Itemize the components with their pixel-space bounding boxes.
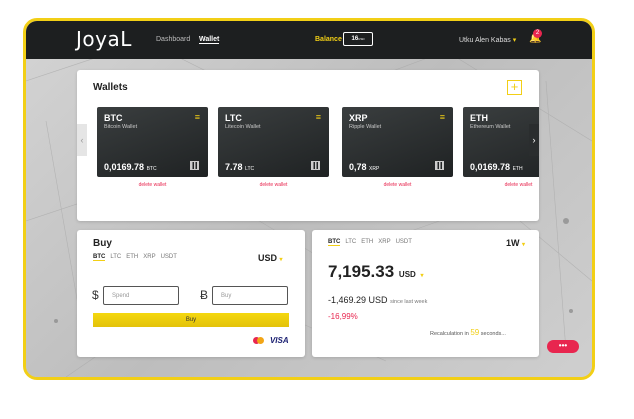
wallet-unit: BTC <box>146 166 157 172</box>
nav-wallet[interactable]: Wallet <box>199 36 220 44</box>
user-name: Utku Alen Kabas <box>459 37 511 44</box>
buy-coin-tabs: BTC LTC ETH XRP USDT <box>93 254 182 261</box>
app-logo[interactable]: JoyaL <box>76 27 132 51</box>
wallet-amount-value: 7.78 <box>225 162 243 172</box>
tab-eth[interactable]: ETH <box>361 239 373 245</box>
price-unit: USD <box>398 270 416 279</box>
tab-usdt[interactable]: USDT <box>396 239 412 245</box>
buy-input[interactable]: Buy <box>212 286 288 305</box>
recalc-suffix: seconds... <box>480 331 506 337</box>
bitcoin-icon: Ƀ <box>200 288 209 302</box>
wallet-amount: 0,0169.78 BTC <box>104 162 157 172</box>
period-select[interactable]: 1W ▾ <box>506 238 525 248</box>
carousel-next-button[interactable]: › <box>529 124 539 156</box>
delete-wallet-link[interactable]: delete wallet <box>218 182 329 188</box>
percent-change: -16,99% <box>328 312 358 321</box>
wallet-name: Bitcoin Wallet <box>104 124 138 130</box>
recalc-prefix: Recalculation in <box>430 331 469 337</box>
chat-button[interactable]: ••• <box>547 340 579 353</box>
buy-panel: Buy BTC LTC ETH XRP USDT USD ▾ $ Spend Ƀ Buy… <box>77 230 305 357</box>
wallet-amount-value: 0,0169.78 <box>104 162 145 172</box>
wallet-name: Ethereum Wallet <box>470 124 511 130</box>
menu-icon[interactable]: ≡ <box>195 112 200 122</box>
rate-coin-tabs: BTC LTC ETH XRP USDT <box>328 239 417 246</box>
currency-select[interactable]: USD ▾ <box>258 253 283 263</box>
mastercard-icon-overlap <box>257 337 264 344</box>
wallet-symbol: ETH <box>470 113 488 123</box>
wallet-card-eth[interactable]: ETH Ethereum Wallet 0,0169.78 ETH <box>463 107 539 177</box>
chevron-down-icon: ▾ <box>279 257 283 263</box>
qr-code-icon[interactable] <box>311 161 320 170</box>
wallets-title: Wallets <box>93 82 128 93</box>
payment-methods: VISA <box>253 336 289 345</box>
balance-unit: USD <box>358 37 365 41</box>
change-suffix: since last week <box>390 299 428 305</box>
delete-wallet-link[interactable]: delete wallet <box>342 182 453 188</box>
chevron-down-icon[interactable]: ▾ <box>421 273 424 279</box>
balance-label: Balance <box>315 36 342 43</box>
chevron-down-icon: ▾ <box>512 37 517 44</box>
tab-usdt[interactable]: USDT <box>161 254 177 260</box>
delete-wallet-link[interactable]: delete wallet <box>97 182 208 188</box>
wallets-panel: Wallets + ‹ BTC Bitcoin Wallet ≡ 0,0169.… <box>77 70 539 221</box>
carousel-prev-button[interactable]: ‹ <box>77 124 87 156</box>
wallet-amount: 0,78 XRP <box>349 162 379 172</box>
wallet-symbol: LTC <box>225 113 242 123</box>
chevron-down-icon: ▾ <box>522 242 526 248</box>
change-value: -1,469.29 USD <box>328 295 388 305</box>
wallet-amount: 7.78 LTC <box>225 162 254 172</box>
wallet-card-ltc[interactable]: LTC Litecoin Wallet ≡ 7.78 LTC <box>218 107 329 177</box>
tab-btc[interactable]: BTC <box>328 239 341 246</box>
price-value: 7,195.33 <box>328 262 395 281</box>
tab-eth[interactable]: ETH <box>126 254 138 260</box>
buy-button[interactable]: Buy <box>93 313 289 327</box>
wallet-amount: 0,0169.78 ETH <box>470 162 523 172</box>
top-bar: JoyaL Dashboard Wallet Balance 16USD Utk… <box>26 21 592 59</box>
price-change: -1,469.29 USD since last week <box>328 295 427 305</box>
tab-btc[interactable]: BTC <box>93 254 106 261</box>
user-menu[interactable]: Utku Alen Kabas ▾ <box>459 36 516 44</box>
delete-wallet-link[interactable]: delete wallet <box>463 182 539 188</box>
period-value: 1W <box>506 238 520 248</box>
wallet-name: Ripple Wallet <box>349 124 382 130</box>
visa-icon: VISA <box>269 336 289 345</box>
menu-icon[interactable]: ≡ <box>440 112 445 122</box>
wallet-name: Litecoin Wallet <box>225 124 261 130</box>
nav-dashboard[interactable]: Dashboard <box>156 36 190 43</box>
app-window: JoyaL Dashboard Wallet Balance 16USD Utk… <box>23 18 595 380</box>
wallet-unit: LTC <box>245 166 255 172</box>
wallet-symbol: XRP <box>349 113 368 123</box>
wallet-amount-value: 0,78 <box>349 162 367 172</box>
currency-value: USD <box>258 253 278 263</box>
qr-code-icon[interactable] <box>190 161 199 170</box>
tab-ltc[interactable]: LTC <box>110 254 121 260</box>
current-price: 7,195.33 USD ▾ <box>328 262 424 282</box>
recalc-timer: Recalculation in 59 seconds... <box>430 328 506 337</box>
wallet-card-xrp[interactable]: XRP Ripple Wallet ≡ 0,78 XRP <box>342 107 453 177</box>
spend-input[interactable]: Spend <box>103 286 179 305</box>
wallet-amount-value: 0,0169.78 <box>470 162 511 172</box>
notification-badge: 2 <box>533 29 542 38</box>
add-wallet-button[interactable]: + <box>507 80 522 95</box>
recalc-seconds: 59 <box>470 328 480 337</box>
qr-code-icon[interactable] <box>435 161 444 170</box>
buy-title: Buy <box>93 238 112 249</box>
wallet-symbol: BTC <box>104 113 123 123</box>
tab-xrp[interactable]: XRP <box>143 254 155 260</box>
menu-icon[interactable]: ≡ <box>316 112 321 122</box>
wallet-unit: XRP <box>369 166 380 172</box>
tab-ltc[interactable]: LTC <box>345 239 356 245</box>
balance-value[interactable]: 16USD <box>343 32 373 46</box>
wallet-card-btc[interactable]: BTC Bitcoin Wallet ≡ 0,0169.78 BTC <box>97 107 208 177</box>
wallet-unit: ETH <box>512 166 523 172</box>
rates-panel: BTC LTC ETH XRP USDT 1W ▾ 7,195.33 USD ▾ -1,… <box>312 230 539 357</box>
tab-xrp[interactable]: XRP <box>378 239 390 245</box>
dollar-icon: $ <box>92 288 99 302</box>
